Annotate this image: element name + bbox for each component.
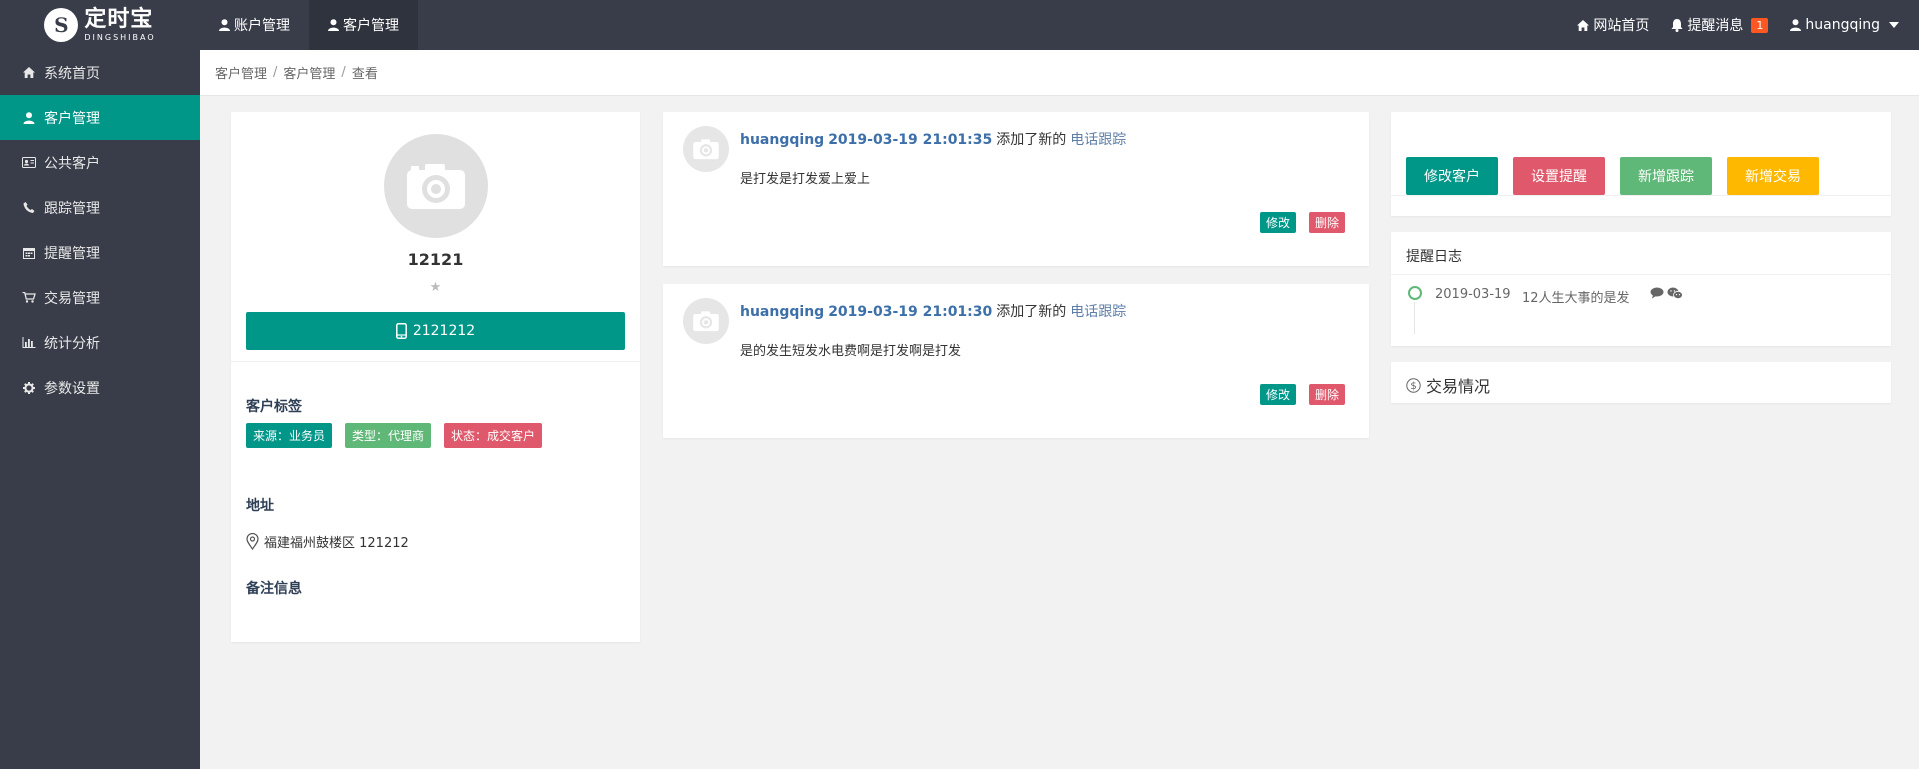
tag-status: 状态：成交客户 — [444, 423, 543, 448]
divider — [1391, 195, 1891, 196]
sidebar-item-public-customers[interactable]: 公共客户 — [0, 140, 200, 185]
caret-down-icon — [1889, 22, 1899, 28]
notification-count-badge: 1 — [1751, 17, 1769, 33]
reminder-log-card: 提醒日志 2019-03-19 12人生大事的是发 — [1391, 232, 1891, 346]
add-followup-button[interactable]: 新增跟踪 — [1620, 157, 1712, 195]
breadcrumb-item[interactable]: 客户管理 — [283, 63, 335, 82]
address-title: 地址 — [246, 498, 274, 514]
timeline-dot — [1408, 286, 1422, 300]
user-icon — [23, 111, 35, 124]
followup-content: 是的发生短发水电费啊是打发啊是打发 — [740, 344, 962, 359]
bell-icon — [1671, 18, 1683, 32]
home-icon — [23, 67, 35, 78]
camera-icon — [407, 164, 465, 209]
followup-user[interactable]: huangqing — [740, 304, 824, 320]
edit-customer-button[interactable]: 修改客户 — [1406, 157, 1498, 195]
followup-avatar — [683, 126, 729, 172]
sidebar-item-reminders[interactable]: 提醒管理 — [0, 230, 200, 275]
reminder-date: 2019-03-19 — [1435, 287, 1511, 302]
edit-followup-button[interactable]: 修改 — [1259, 212, 1296, 233]
reminder-text: 12人生大事的是发 — [1522, 291, 1630, 306]
sidebar-item-tracking[interactable]: 跟踪管理 — [0, 185, 200, 230]
sidebar-item-trades[interactable]: 交易管理 — [0, 275, 200, 320]
top-nav: 账户管理 客户管理 — [200, 0, 418, 50]
bar-chart-icon — [22, 337, 36, 348]
brand-subtitle: DINGSHIBAO — [84, 32, 156, 42]
customer-tags: 来源：业务员 类型：代理商 状态：成交客户 — [246, 423, 543, 448]
top-bar: S 定时宝 DINGSHIBAO 账户管理 客户管理 网站首页 提醒消息 1 h… — [0, 0, 1919, 50]
star-icon[interactable]: ★ — [231, 280, 640, 295]
edit-followup-button[interactable]: 修改 — [1259, 384, 1296, 405]
divider — [231, 361, 640, 362]
top-right-menu: 网站首页 提醒消息 1 huangqing — [1555, 0, 1899, 50]
location-pin-icon — [246, 533, 259, 550]
breadcrumb-current: 查看 — [351, 67, 378, 82]
sidebar-item-customers[interactable]: 客户管理 — [0, 95, 200, 140]
dollar-circle-icon: $ — [1406, 377, 1421, 393]
delete-followup-button[interactable]: 删除 — [1308, 212, 1345, 233]
followup-time: 2019-03-19 21:01:30 — [828, 304, 993, 320]
sidebar-item-settings[interactable]: 参数设置 — [0, 365, 200, 410]
add-trade-button[interactable]: 新增交易 — [1727, 157, 1819, 195]
calendar-icon — [23, 247, 35, 259]
breadcrumb-item[interactable]: 客户管理 — [215, 63, 267, 82]
topnav-customer[interactable]: 客户管理 — [309, 0, 418, 50]
trade-title: 交易情况 — [1426, 377, 1491, 396]
sidebar-item-statistics[interactable]: 统计分析 — [0, 320, 200, 365]
customer-name: 12121 — [407, 250, 464, 269]
sidebar: 系统首页 客户管理 公共客户 跟踪管理 提醒管理 交易管理 统计分析 参数设置 — [0, 50, 200, 769]
reminder-log-title: 提醒日志 — [1406, 249, 1462, 265]
camera-icon — [693, 139, 719, 160]
note-title: 备注信息 — [246, 581, 302, 597]
site-home-link[interactable]: 网站首页 — [1577, 15, 1649, 35]
user-icon — [219, 19, 230, 31]
user-menu[interactable]: huangqing — [1790, 17, 1899, 33]
followup-type: 电话跟踪 — [1070, 132, 1127, 148]
followup-user[interactable]: huangqing — [740, 132, 824, 148]
followup-time: 2019-03-19 21:01:35 — [828, 132, 993, 148]
divider — [1391, 274, 1891, 275]
followup-type: 电话跟踪 — [1070, 304, 1127, 320]
followup-content: 是打发是打发爱上爱上 — [740, 172, 871, 187]
followup-header: huangqing 2019-03-19 21:01:35 添加了新的 电话跟踪 — [740, 132, 1127, 148]
notifications-link[interactable]: 提醒消息 1 — [1671, 15, 1769, 35]
topnav-account[interactable]: 账户管理 — [200, 0, 309, 50]
breadcrumb: 客户管理 / 客户管理 / 查看 — [200, 50, 1919, 96]
trade-summary-card: $ 交易情况 — [1391, 362, 1891, 403]
tag-type: 类型：代理商 — [345, 423, 432, 448]
set-reminder-button[interactable]: 设置提醒 — [1513, 157, 1605, 195]
username: huangqing — [1805, 17, 1880, 33]
customer-address: 福建福州鼓楼区 121212 — [246, 532, 409, 551]
followup-card: huangqing 2019-03-19 21:01:30 添加了新的 电话跟踪 是的… — [663, 284, 1369, 438]
logo-mark-icon: S — [44, 8, 79, 42]
phone-icon — [23, 202, 35, 213]
brand-logo[interactable]: S 定时宝 DINGSHIBAO — [0, 0, 200, 50]
cart-icon — [22, 292, 36, 303]
tags-title: 客户标签 — [246, 399, 302, 415]
brand-name: 定时宝 — [84, 6, 154, 32]
delete-followup-button[interactable]: 删除 — [1308, 384, 1345, 405]
user-icon — [1790, 19, 1802, 31]
wechat-icon[interactable] — [1667, 287, 1683, 300]
svg-text:$: $ — [1410, 381, 1416, 392]
customer-actions-card: 修改客户 设置提醒 新增跟踪 新增交易 — [1391, 112, 1891, 216]
tag-source: 来源：业务员 — [246, 423, 333, 448]
user-icon — [328, 19, 339, 31]
customer-phone-button[interactable]: 2121212 — [246, 312, 625, 350]
customer-profile-card: 12121 ★ 2121212 客户标签 来源：业务员 类型：代理商 状态：成交… — [231, 112, 640, 642]
followup-header: huangqing 2019-03-19 21:01:30 添加了新的 电话跟踪 — [740, 304, 1127, 320]
comment-icon[interactable] — [1650, 287, 1664, 299]
gear-icon — [23, 381, 35, 394]
customer-avatar — [384, 134, 488, 238]
mobile-phone-icon — [395, 323, 407, 339]
home-icon — [1577, 19, 1590, 31]
followup-avatar — [683, 298, 729, 344]
followup-card: huangqing 2019-03-19 21:01:35 添加了新的 电话跟踪 是打… — [663, 112, 1369, 266]
timeline-line — [1414, 302, 1415, 334]
sidebar-item-home[interactable]: 系统首页 — [0, 50, 200, 95]
id-card-icon — [22, 157, 36, 168]
camera-icon — [693, 311, 719, 332]
